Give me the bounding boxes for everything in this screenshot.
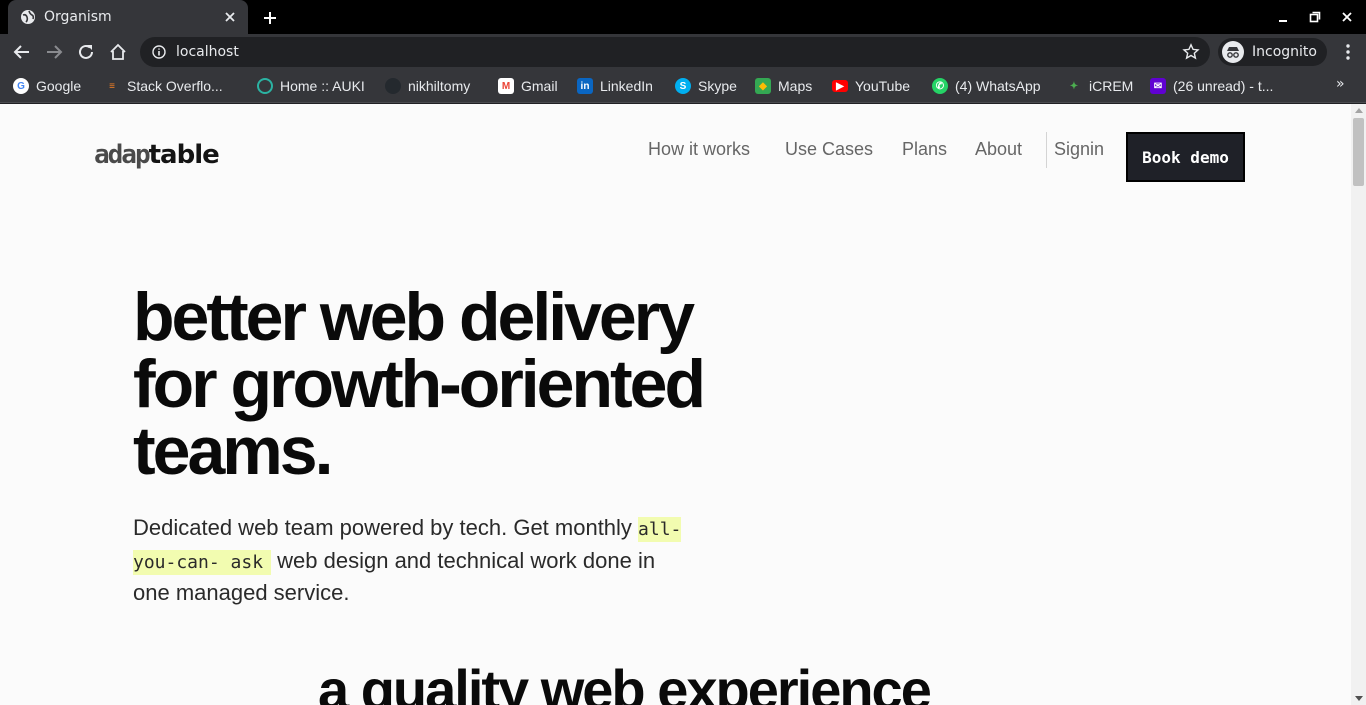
close-window-icon[interactable] [1338, 8, 1356, 26]
logo-suffix: table [148, 140, 220, 170]
scroll-up-icon[interactable] [1355, 108, 1363, 113]
forward-icon[interactable] [42, 40, 66, 64]
nav-divider [1046, 132, 1047, 168]
bookmark-youtube[interactable]: ▶ YouTube [832, 75, 910, 97]
github-icon [385, 78, 401, 94]
bookmark-star-icon[interactable] [1182, 43, 1200, 61]
skype-icon: S [675, 78, 691, 94]
nav-signin[interactable]: Signin [1054, 139, 1104, 163]
hero-heading: better web delivery for growth-oriented … [133, 279, 853, 489]
gmail-icon: M [498, 78, 514, 94]
incognito-icon [1222, 41, 1244, 63]
youtube-icon: ▶ [832, 80, 848, 92]
section-heading: a quality web experience [318, 658, 932, 705]
hero-line-2: for growth-oriented [133, 346, 706, 422]
bookmark-stackoverflow[interactable]: ≡ Stack Overflo... [104, 75, 223, 97]
yahoo-mail-icon: ✉ [1150, 78, 1166, 94]
bookmark-skype[interactable]: S Skype [675, 75, 737, 97]
globe-icon [20, 9, 36, 25]
whatsapp-icon: ✆ [932, 78, 948, 94]
new-tab-button[interactable] [258, 6, 282, 30]
bookmark-icrem[interactable]: ✦ iCREM [1066, 75, 1134, 97]
browser-menu-icon[interactable] [1336, 40, 1360, 64]
browser-toolbar: localhost Incognito [0, 34, 1366, 70]
scroll-thumb[interactable] [1353, 118, 1364, 186]
hero-line-3: teams. [133, 413, 333, 489]
page-viewport: adaptable How it works Use Cases Plans A… [0, 104, 1351, 705]
site-logo[interactable]: adaptable [94, 140, 220, 170]
maps-icon: ◆ [755, 78, 771, 94]
nav-how-it-works[interactable]: How it works [648, 139, 750, 163]
home-icon[interactable] [106, 40, 130, 64]
bookmark-github[interactable]: nikhiltomy [385, 75, 470, 97]
bookmarks-overflow-icon[interactable]: » [1336, 76, 1345, 92]
back-icon[interactable] [10, 40, 34, 64]
book-demo-button[interactable]: Book demo [1126, 132, 1245, 182]
bookmark-linkedin[interactable]: in LinkedIn [577, 75, 653, 97]
stackoverflow-icon: ≡ [109, 80, 115, 92]
linkedin-icon: in [577, 78, 593, 94]
scroll-down-icon[interactable] [1355, 696, 1363, 701]
minimize-icon[interactable] [1274, 8, 1292, 26]
nav-use-cases[interactable]: Use Cases [785, 139, 873, 163]
close-tab-icon[interactable] [222, 9, 238, 25]
bookmark-auki[interactable]: Home :: AUKI [257, 75, 365, 97]
incognito-badge[interactable]: Incognito [1218, 38, 1327, 66]
auki-icon [257, 78, 273, 94]
logo-prefix: adap [94, 140, 151, 170]
bookmark-gmail[interactable]: M Gmail [498, 75, 558, 97]
bookmark-google[interactable]: G Google [13, 75, 81, 97]
hero-subtitle: Dedicated web team powered by tech. Get … [133, 513, 693, 609]
nav-about[interactable]: About [975, 139, 1022, 163]
reload-icon[interactable] [74, 40, 98, 64]
google-icon: G [13, 78, 29, 94]
address-bar[interactable]: localhost [140, 37, 1210, 67]
restore-icon[interactable] [1306, 8, 1324, 26]
bookmark-maps[interactable]: ◆ Maps [755, 75, 812, 97]
incognito-label: Incognito [1252, 44, 1317, 60]
page-scrollbar[interactable] [1351, 104, 1366, 705]
bookmark-yahoo-mail[interactable]: ✉ (26 unread) - t... [1150, 75, 1273, 97]
bookmark-whatsapp[interactable]: ✆ (4) WhatsApp [932, 75, 1041, 97]
nav-plans[interactable]: Plans [902, 139, 947, 163]
bookmarks-bar: G Google ≡ Stack Overflo... Home :: AUKI… [0, 70, 1366, 103]
info-icon[interactable] [152, 45, 166, 59]
icrem-icon: ✦ [1069, 80, 1079, 92]
tab-strip: Organism [0, 0, 1366, 34]
tab-title: Organism [44, 9, 112, 25]
url-text[interactable]: localhost [176, 44, 239, 60]
hero-line-1: better web delivery [133, 279, 695, 355]
hero-sub-before: Dedicated web team powered by tech. Get … [133, 515, 639, 540]
browser-tab[interactable]: Organism [8, 0, 248, 34]
